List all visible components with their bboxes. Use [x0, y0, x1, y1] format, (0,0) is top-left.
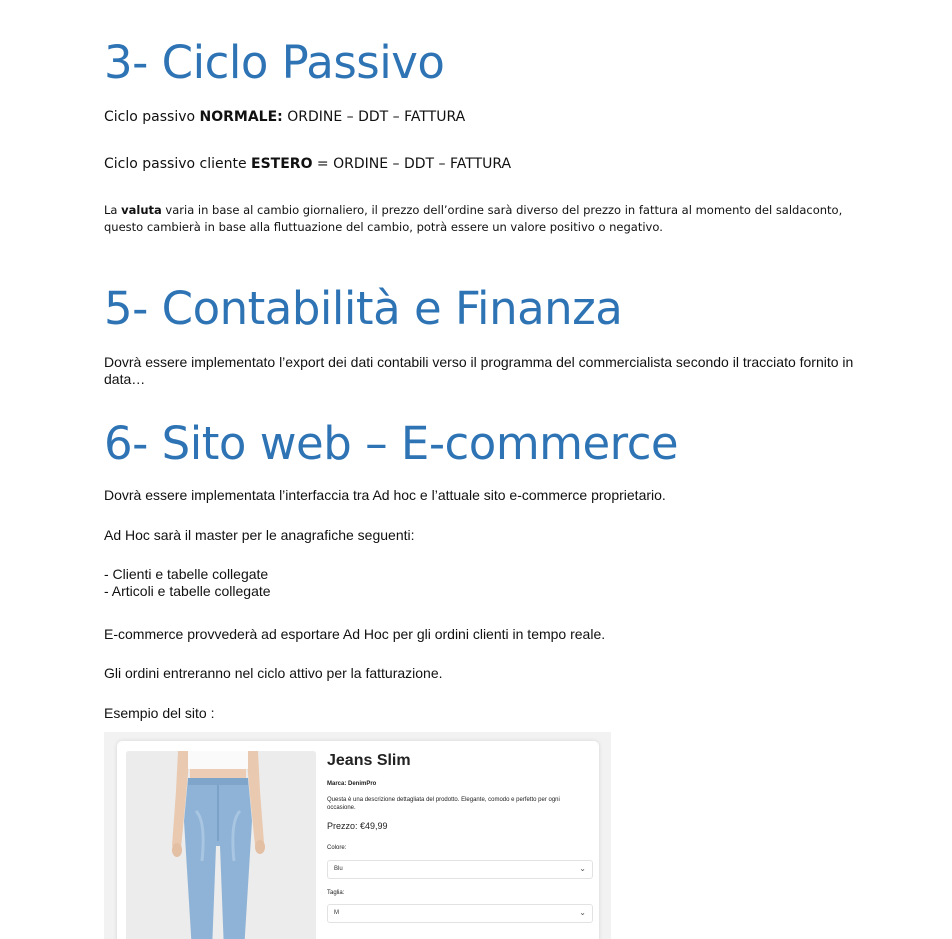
- ecommerce-paragraph-3: E-commerce provvederà ad esportare Ad Ho…: [104, 626, 606, 642]
- website-example-screenshot: Jeans Slim Marca: DenimPro Questa è una …: [104, 732, 611, 939]
- valuta-paragraph: La valuta varia in base al cambio giorna…: [104, 202, 874, 236]
- color-select-value: Blu: [334, 866, 343, 872]
- list-item: - Articoli e tabelle collegate: [104, 583, 271, 599]
- product-card: Jeans Slim Marca: DenimPro Questa è una …: [117, 741, 599, 939]
- ciclo-normale-bold: NORMALE:: [199, 109, 283, 125]
- valuta-rest: varia in base al cambio giornaliero, il …: [104, 203, 843, 234]
- ciclo-normale-prefix: Ciclo passivo: [104, 109, 200, 125]
- jeans-model-image: [126, 751, 316, 939]
- color-select[interactable]: Blu ⌄: [327, 860, 593, 879]
- color-label: Colore:: [327, 845, 347, 851]
- chevron-down-icon: ⌄: [579, 864, 586, 873]
- ciclo-estero-suffix: = ORDINE – DDT – FATTURA: [312, 156, 512, 172]
- ecommerce-paragraph-1: Dovrà essere implementata l’interfaccia …: [104, 487, 666, 503]
- ciclo-normale-line: Ciclo passivo NORMALE: ORDINE – DDT – FA…: [104, 109, 465, 125]
- size-select[interactable]: M ⌄: [327, 904, 593, 923]
- product-title: Jeans Slim: [327, 752, 411, 769]
- ecommerce-paragraph-4: Gli ordini entreranno nel ciclo attivo p…: [104, 665, 443, 681]
- product-price: Prezzo: €49,99: [327, 821, 388, 831]
- chevron-down-icon: ⌄: [579, 908, 586, 917]
- heading-ciclo-passivo: 3- Ciclo Passivo: [104, 36, 445, 89]
- product-brand: Marca: DenimPro: [327, 781, 377, 787]
- size-select-value: M: [334, 910, 339, 916]
- valuta-prefix: La: [104, 203, 122, 217]
- list-item: - Clienti e tabelle collegate: [104, 566, 269, 582]
- heading-contabilita: 5- Contabilità e Finanza: [104, 282, 623, 335]
- contabilita-paragraph: Dovrà essere implementato l’export dei d…: [104, 354, 854, 387]
- product-photo: [126, 751, 316, 939]
- product-description: Questa è una descrizione dettagliata del…: [327, 797, 560, 811]
- valuta-bold: valuta: [121, 203, 162, 217]
- heading-sito-web: 6- Sito web – E-commerce: [104, 417, 679, 470]
- ecommerce-paragraph-2: Ad Hoc sarà il master per le anagrafiche…: [104, 527, 415, 543]
- ciclo-estero-line: Ciclo passivo cliente ESTERO = ORDINE – …: [104, 156, 511, 172]
- ciclo-normale-suffix: ORDINE – DDT – FATTURA: [282, 109, 466, 125]
- ciclo-estero-prefix: Ciclo passivo cliente: [104, 156, 252, 172]
- ecommerce-paragraph-5: Esempio del sito :: [104, 705, 215, 721]
- size-label: Taglia:: [327, 890, 345, 896]
- ciclo-estero-bold: ESTERO: [251, 156, 313, 172]
